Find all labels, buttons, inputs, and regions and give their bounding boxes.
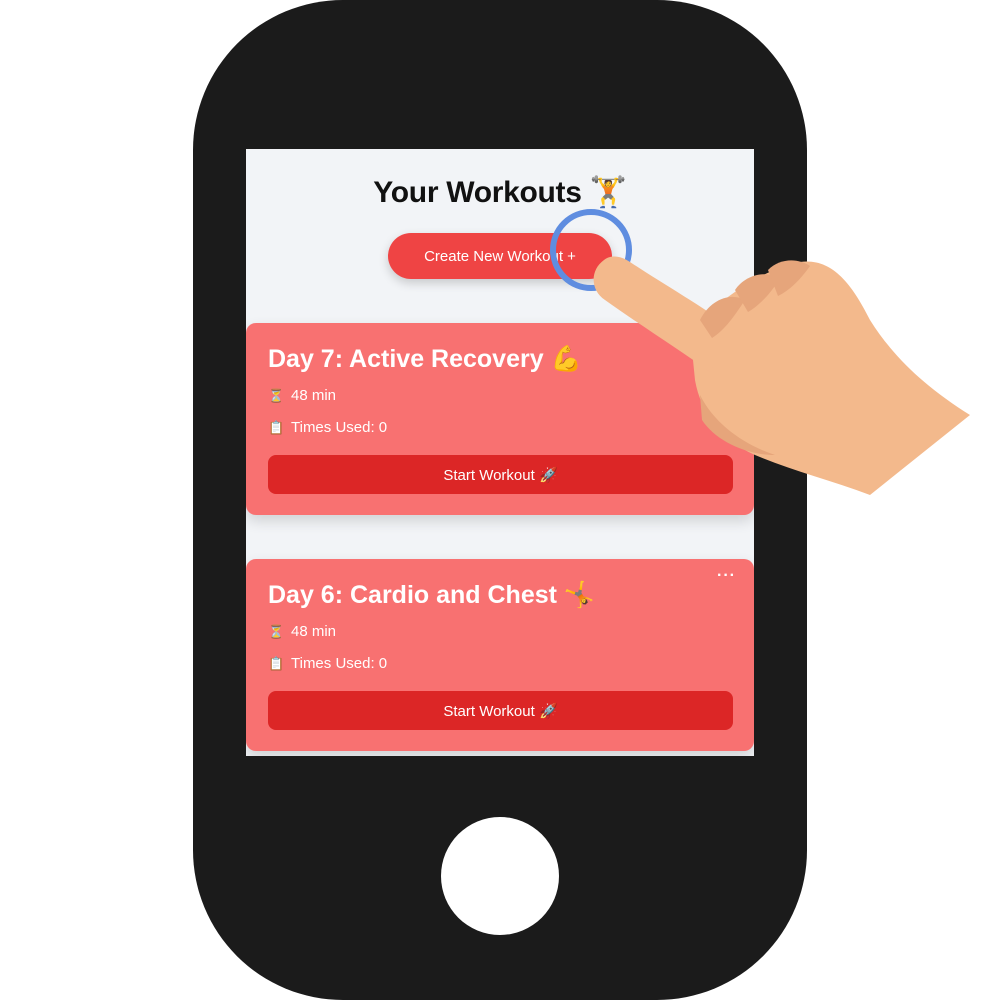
home-button[interactable] [441, 817, 559, 935]
times-used-row: 📋 Times Used: 0 [268, 655, 387, 672]
duration-text: 48 min [291, 623, 337, 640]
times-used-text: Times Used: 0 [291, 419, 388, 436]
app-screen: Your Workouts 🏋️ Create New Workout + Da… [246, 149, 754, 756]
workout-card: ··· Day 6: Cardio and Chest 🤸 ⏳ 48 min 📋… [246, 559, 754, 751]
workout-card: Day 7: Active Recovery 💪 ⏳ 48 min 📋 Time… [246, 323, 754, 515]
times-used-row: 📋 Times Used: 0 [268, 419, 387, 436]
tap-indicator-ring [550, 209, 632, 291]
start-workout-button[interactable]: Start Workout 🚀 [268, 691, 733, 730]
duration-row: ⏳ 48 min [268, 623, 336, 640]
times-used-text: Times Used: 0 [291, 655, 388, 672]
clipboard-icon: 📋 [268, 655, 285, 671]
page-title: Your Workouts 🏋️ [373, 176, 627, 209]
workout-title: Day 7: Active Recovery 💪 [268, 345, 582, 373]
more-options-icon[interactable]: ··· [717, 567, 736, 585]
stage: Your Workouts 🏋️ Create New Workout + Da… [0, 0, 1000, 1000]
workout-title: Day 6: Cardio and Chest 🤸 [268, 581, 596, 609]
hourglass-icon: ⏳ [268, 387, 285, 403]
start-workout-button[interactable]: Start Workout 🚀 [268, 455, 733, 494]
duration-text: 48 min [291, 387, 337, 404]
hourglass-icon: ⏳ [268, 623, 285, 639]
duration-row: ⏳ 48 min [268, 387, 336, 404]
clipboard-icon: 📋 [268, 419, 285, 435]
